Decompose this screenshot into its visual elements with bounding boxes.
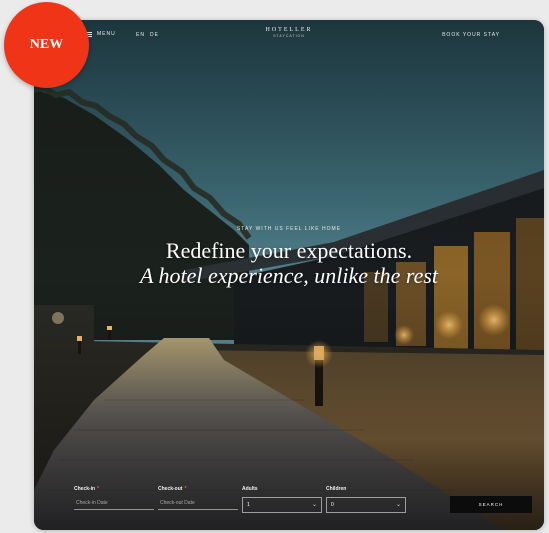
menu-button[interactable]: MENU xyxy=(86,31,116,37)
checkout-date-input[interactable] xyxy=(158,497,238,510)
new-badge: NEW xyxy=(4,2,89,88)
adults-value: 1 xyxy=(247,502,250,508)
checkin-label: Check-in * xyxy=(74,486,100,492)
hero-text: STAY WITH US FEEL LIKE HOME Redefine you… xyxy=(34,226,544,289)
adults-field: Adults 1 ⌄ xyxy=(242,486,322,513)
brand-logo[interactable]: HOTELLER staycation xyxy=(239,27,339,38)
children-field: Children 0 ⌄ xyxy=(326,486,406,513)
site-header: MENU EN DE HOTELLER staycation BOOK YOUR… xyxy=(34,20,544,50)
book-your-stay-link[interactable]: BOOK YOUR STAY xyxy=(442,32,500,38)
checkin-field: Check-in * xyxy=(74,486,154,510)
language-de[interactable]: DE xyxy=(150,32,159,38)
language-en[interactable]: EN xyxy=(136,32,145,38)
booking-form: Check-in* Check-out* Adults 1 ⌄ Children… xyxy=(74,486,532,516)
language-switcher: EN DE xyxy=(136,32,159,38)
chevron-down-icon: ⌄ xyxy=(395,502,401,508)
menu-label: MENU xyxy=(97,31,116,37)
brand-tagline: staycation xyxy=(273,34,305,38)
adults-label: Adults xyxy=(242,486,258,492)
brand-name: HOTELLER xyxy=(265,27,313,33)
checkout-field: Check-out * xyxy=(158,486,238,510)
hero-eyebrow: STAY WITH US FEEL LIKE HOME xyxy=(236,226,342,232)
children-label: Children xyxy=(326,486,347,492)
hotel-preview-card[interactable]: MENU EN DE HOTELLER staycation BOOK YOUR… xyxy=(34,20,544,530)
children-value: 0 xyxy=(331,502,334,508)
chevron-down-icon: ⌄ xyxy=(311,502,317,508)
adults-select[interactable]: 1 ⌄ xyxy=(242,497,322,513)
hero-headline: Redefine your expectations. xyxy=(165,238,413,263)
checkout-label: Check-out * xyxy=(158,486,187,492)
hero-subline: A hotel experience, unlike the rest xyxy=(139,263,439,288)
children-select[interactable]: 0 ⌄ xyxy=(326,497,406,513)
checkin-date-input[interactable] xyxy=(74,497,154,510)
search-button[interactable]: SEARCH xyxy=(450,496,532,513)
